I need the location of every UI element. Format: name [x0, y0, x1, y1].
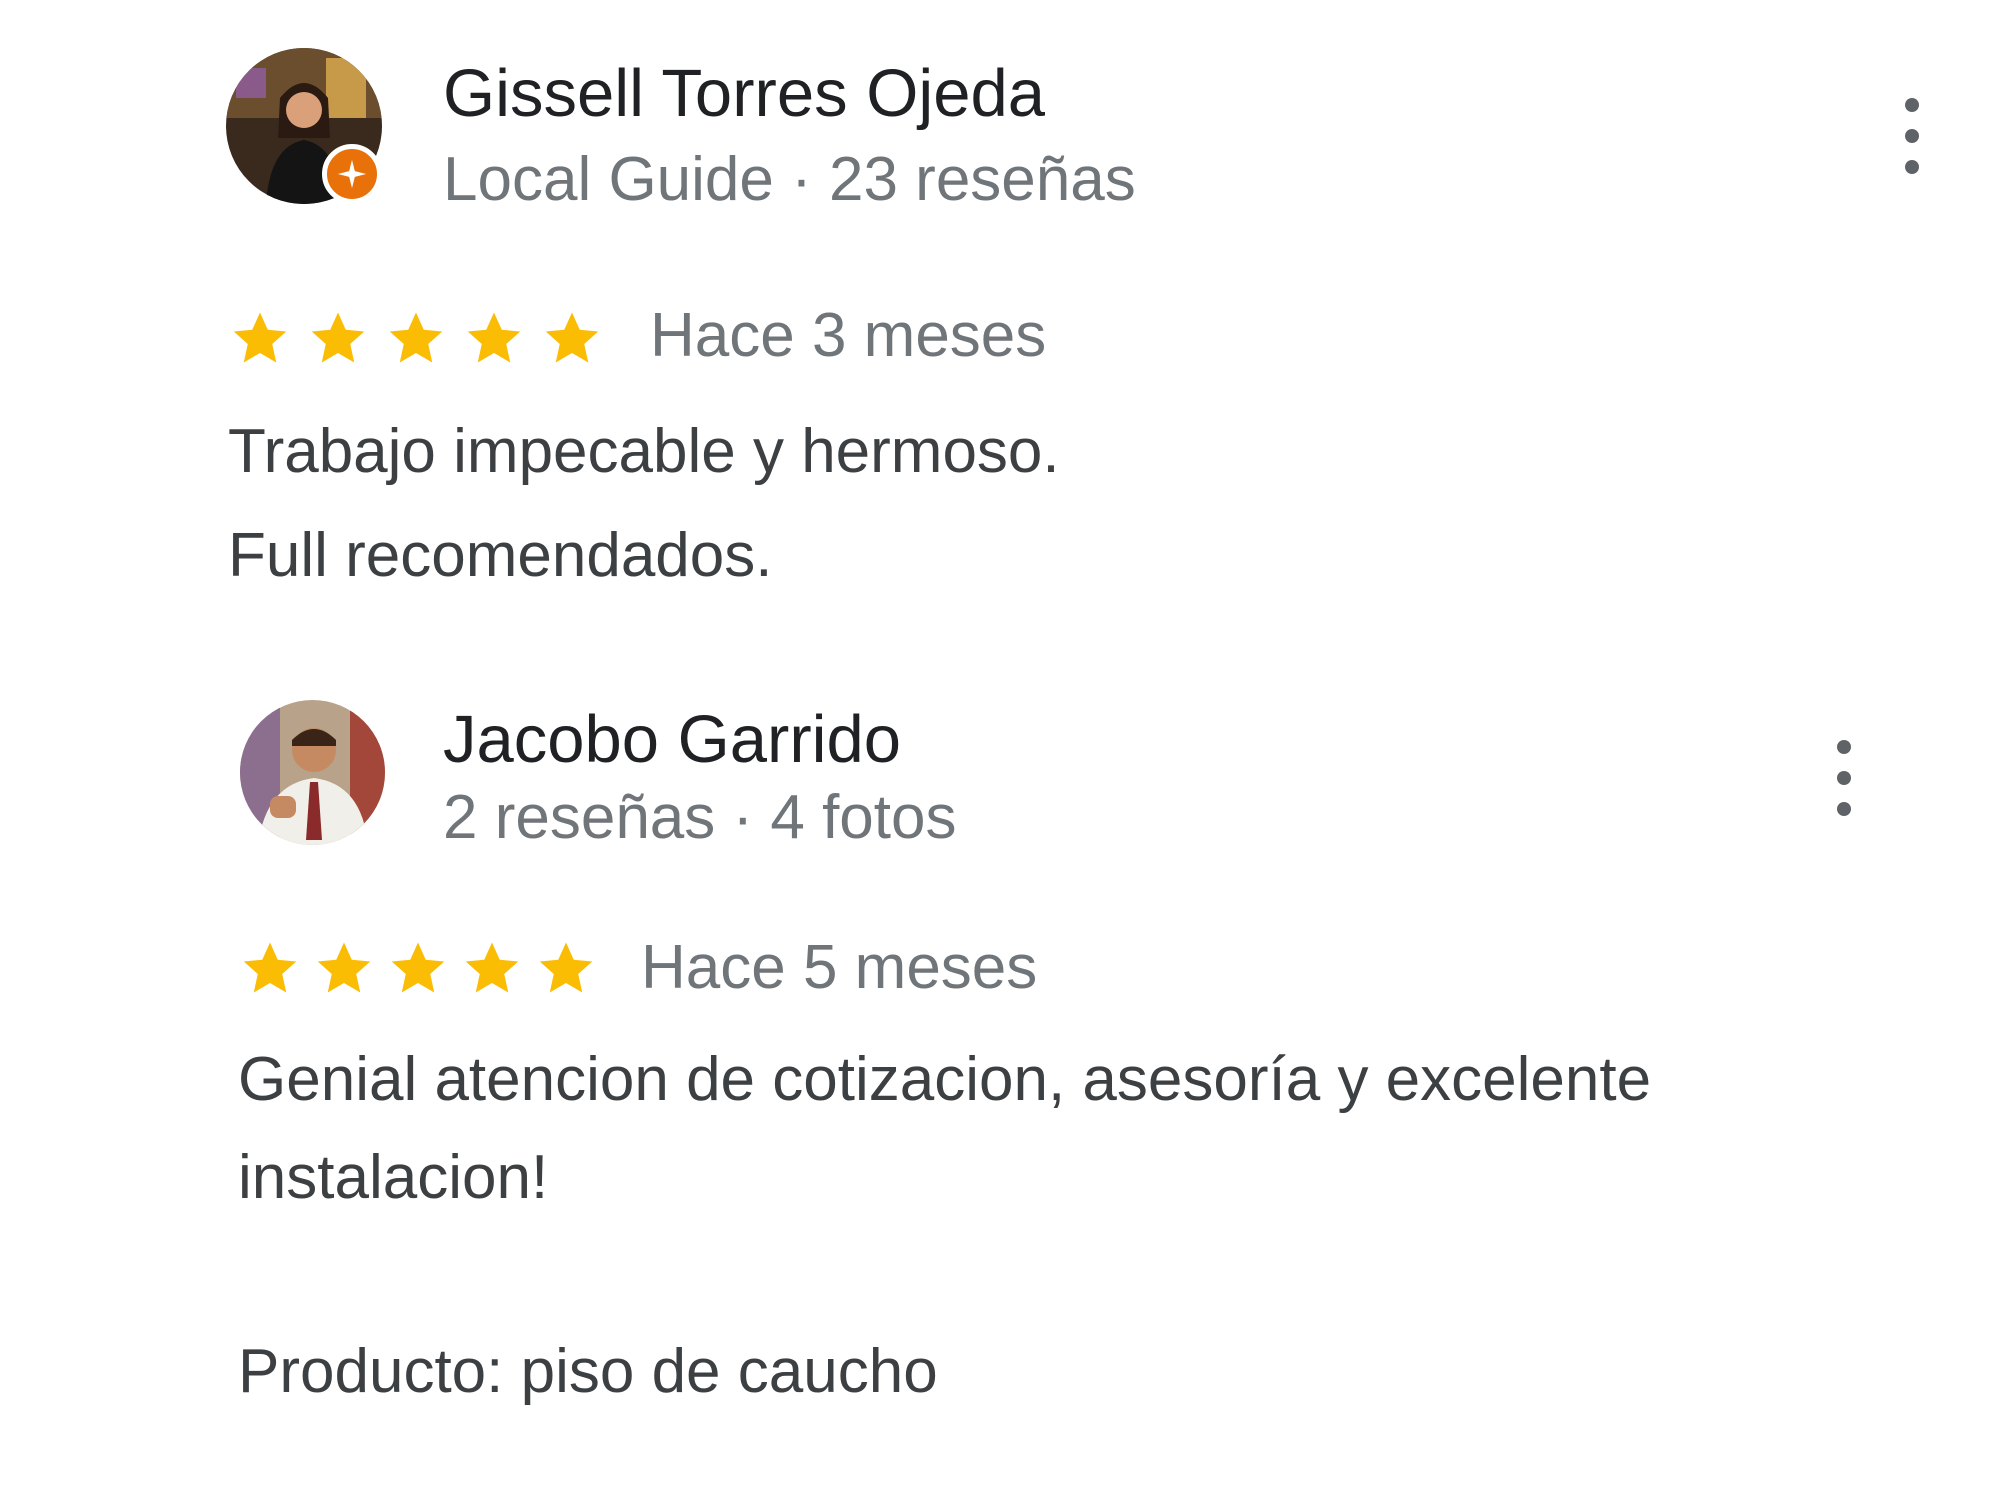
- review-time: Hace 3 meses: [650, 301, 1047, 370]
- star-icon: [314, 938, 374, 998]
- author-meta: Local Guide · 23 reseñas: [443, 145, 1136, 214]
- more-vert-icon: [1905, 98, 1919, 174]
- star-rating: [230, 308, 602, 368]
- star-icon: [230, 308, 290, 368]
- more-vert-icon: [1837, 740, 1851, 816]
- star-icon: [308, 308, 368, 368]
- local-guide-star-icon: [337, 159, 367, 189]
- profile-photo: [240, 700, 385, 845]
- more-options-button[interactable]: [1882, 76, 1942, 196]
- star-icon: [542, 308, 602, 368]
- review-time: Hace 5 meses: [641, 933, 1038, 1002]
- star-icon: [462, 938, 522, 998]
- author-name[interactable]: Jacobo Garrido: [443, 700, 901, 780]
- review-card: Gissell Torres Ojeda Local Guide · 23 re…: [0, 0, 2000, 640]
- star-icon: [240, 938, 300, 998]
- review-text-line: Producto: piso de caucho: [238, 1337, 938, 1406]
- local-guide-badge: [322, 144, 382, 204]
- star-rating: [240, 938, 596, 998]
- star-icon: [536, 938, 596, 998]
- review-text-line: Trabajo impecable y hermoso.: [228, 417, 1060, 486]
- review-card: Jacobo Garrido 2 reseñas · 4 fotos Hace …: [0, 640, 2000, 1500]
- author-meta: 2 reseñas · 4 fotos: [443, 783, 957, 852]
- star-icon: [464, 308, 524, 368]
- star-icon: [388, 938, 448, 998]
- review-text-line: Full recomendados.: [228, 521, 773, 590]
- review-text-line: Genial atencion de cotizacion, asesoría …: [238, 1045, 1652, 1114]
- author-name[interactable]: Gissell Torres Ojeda: [443, 54, 1045, 134]
- review-text-line: instalacion!: [238, 1143, 549, 1212]
- avatar[interactable]: [240, 700, 385, 845]
- star-icon: [386, 308, 446, 368]
- more-options-button[interactable]: [1814, 718, 1874, 838]
